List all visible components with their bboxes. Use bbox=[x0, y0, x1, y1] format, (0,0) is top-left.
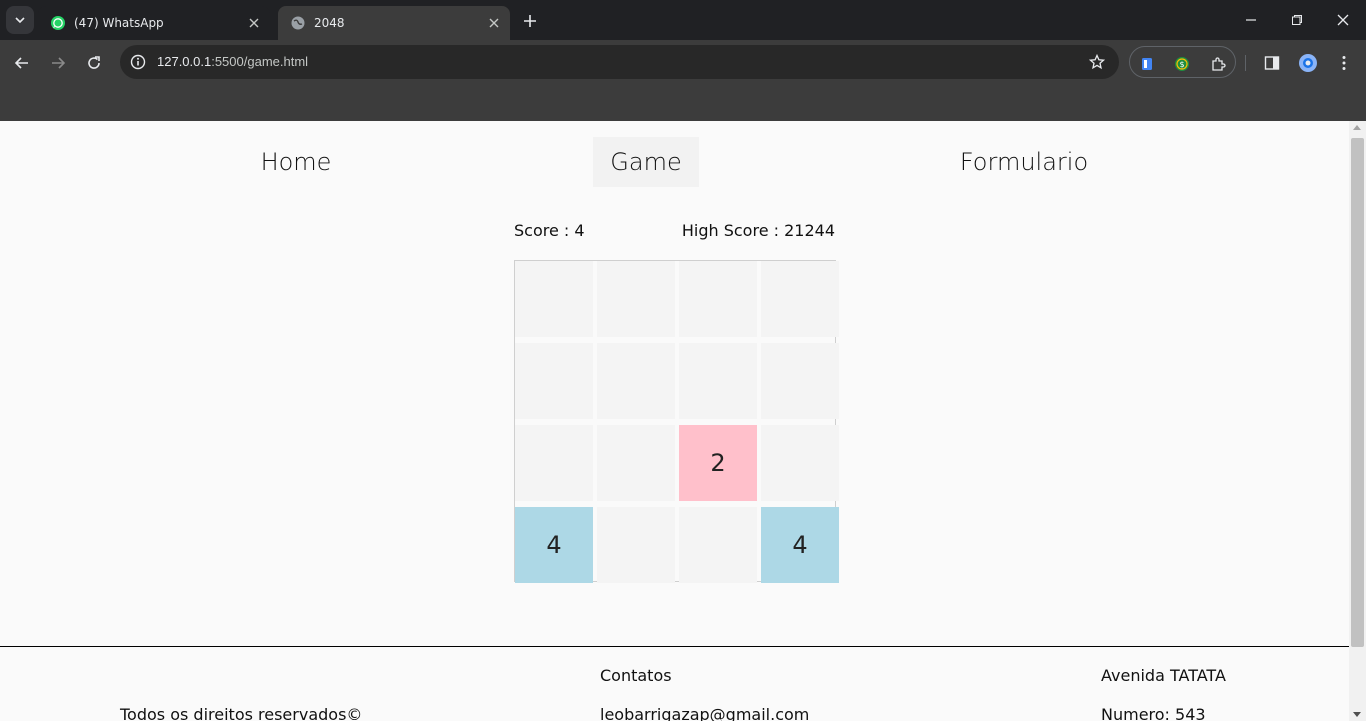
url-path: :5500/game.html bbox=[211, 54, 309, 69]
arrow-left-icon bbox=[14, 57, 28, 69]
empty-cell bbox=[679, 261, 757, 337]
browser-toolbar: 127.0.0.1:5500/game.html $ bbox=[0, 40, 1366, 86]
tile-4: 4 bbox=[515, 507, 593, 583]
empty-cell bbox=[597, 425, 675, 501]
copyright-text: Todos os direitos reservados© bbox=[120, 705, 363, 721]
tile-2: 2 bbox=[679, 425, 757, 501]
reload-button[interactable] bbox=[80, 49, 108, 77]
tile-4: 4 bbox=[761, 507, 839, 583]
empty-cell bbox=[515, 425, 593, 501]
game-board[interactable]: 244 bbox=[514, 260, 839, 583]
toolbar-divider bbox=[1245, 55, 1246, 71]
empty-cell bbox=[761, 261, 839, 337]
bookmarks-bar bbox=[0, 86, 1366, 121]
email-link[interactable]: leobarrigazap@gmail.com bbox=[600, 705, 809, 721]
side-panel-icon bbox=[1264, 56, 1280, 70]
extensions-group: $ bbox=[1129, 46, 1236, 78]
restore-icon bbox=[1292, 15, 1302, 25]
info-icon[interactable] bbox=[128, 52, 148, 72]
empty-cell bbox=[597, 507, 675, 583]
scroll-thumb[interactable] bbox=[1351, 138, 1364, 647]
minimize-button[interactable] bbox=[1228, 0, 1274, 40]
restore-button[interactable] bbox=[1274, 0, 1320, 40]
empty-cell bbox=[761, 343, 839, 419]
avatar-icon bbox=[1299, 54, 1317, 72]
vertical-scrollbar[interactable] bbox=[1349, 121, 1366, 721]
nav-formulario-link[interactable]: Formulario bbox=[945, 137, 1103, 187]
chevron-down-icon bbox=[15, 17, 25, 24]
document-extension-icon[interactable] bbox=[1137, 54, 1157, 74]
address-number-text: Numero: 543 bbox=[1101, 705, 1206, 721]
tab-strip: (47) WhatsApp 2048 bbox=[0, 0, 1366, 40]
new-tab-button[interactable] bbox=[518, 10, 542, 32]
close-window-button[interactable] bbox=[1320, 0, 1366, 40]
menu-button[interactable] bbox=[1330, 49, 1358, 77]
empty-cell bbox=[679, 343, 757, 419]
empty-cell bbox=[597, 343, 675, 419]
dollar-extension-icon[interactable]: $ bbox=[1172, 54, 1192, 74]
svg-text:$: $ bbox=[1179, 60, 1184, 69]
address-bar[interactable]: 127.0.0.1:5500/game.html bbox=[120, 45, 1119, 79]
high-score-label: High Score : 21244 bbox=[681, 221, 835, 240]
close-icon[interactable] bbox=[486, 15, 502, 31]
footer: Todos os direitos reservados© Contatos l… bbox=[0, 646, 1349, 721]
tab-title: 2048 bbox=[314, 16, 345, 30]
plus-icon bbox=[524, 15, 536, 27]
tab-2048[interactable]: 2048 bbox=[278, 6, 510, 40]
forward-button[interactable] bbox=[44, 49, 72, 77]
kebab-menu-icon bbox=[1342, 56, 1346, 70]
star-icon[interactable] bbox=[1087, 52, 1107, 72]
profile-button[interactable] bbox=[1294, 49, 1322, 77]
empty-cell bbox=[515, 343, 593, 419]
empty-cell bbox=[597, 261, 675, 337]
scroll-down-arrow-icon[interactable] bbox=[1353, 712, 1361, 717]
puzzle-icon[interactable] bbox=[1208, 54, 1228, 74]
empty-cell bbox=[679, 507, 757, 583]
nav-home-link[interactable]: Home bbox=[246, 137, 346, 187]
reload-icon bbox=[88, 56, 100, 69]
tab-whatsapp[interactable]: (47) WhatsApp bbox=[38, 6, 270, 40]
close-icon[interactable] bbox=[246, 15, 262, 31]
contacts-title: Contatos bbox=[600, 666, 672, 685]
tab-title: (47) WhatsApp bbox=[74, 16, 164, 30]
globe-icon bbox=[290, 15, 306, 31]
scroll-up-arrow-icon[interactable] bbox=[1353, 125, 1361, 130]
score-label: Score : 4 bbox=[514, 221, 585, 240]
url-text: 127.0.0.1:5500/game.html bbox=[157, 54, 308, 69]
empty-cell bbox=[761, 425, 839, 501]
arrow-right-icon bbox=[52, 57, 66, 69]
address-text: Avenida TATATA bbox=[1101, 666, 1226, 685]
nav-game-link[interactable]: Game bbox=[593, 137, 699, 187]
side-panel-button[interactable] bbox=[1258, 49, 1286, 77]
whatsapp-icon bbox=[50, 15, 66, 31]
empty-cell bbox=[515, 261, 593, 337]
minimize-icon bbox=[1246, 19, 1256, 21]
tab-search-button[interactable] bbox=[6, 6, 34, 34]
close-icon bbox=[1337, 14, 1349, 26]
back-button[interactable] bbox=[8, 49, 36, 77]
page-viewport: Home Game Formulario Score : 4 High Scor… bbox=[0, 121, 1349, 721]
url-host: 127.0.0.1 bbox=[157, 54, 212, 69]
